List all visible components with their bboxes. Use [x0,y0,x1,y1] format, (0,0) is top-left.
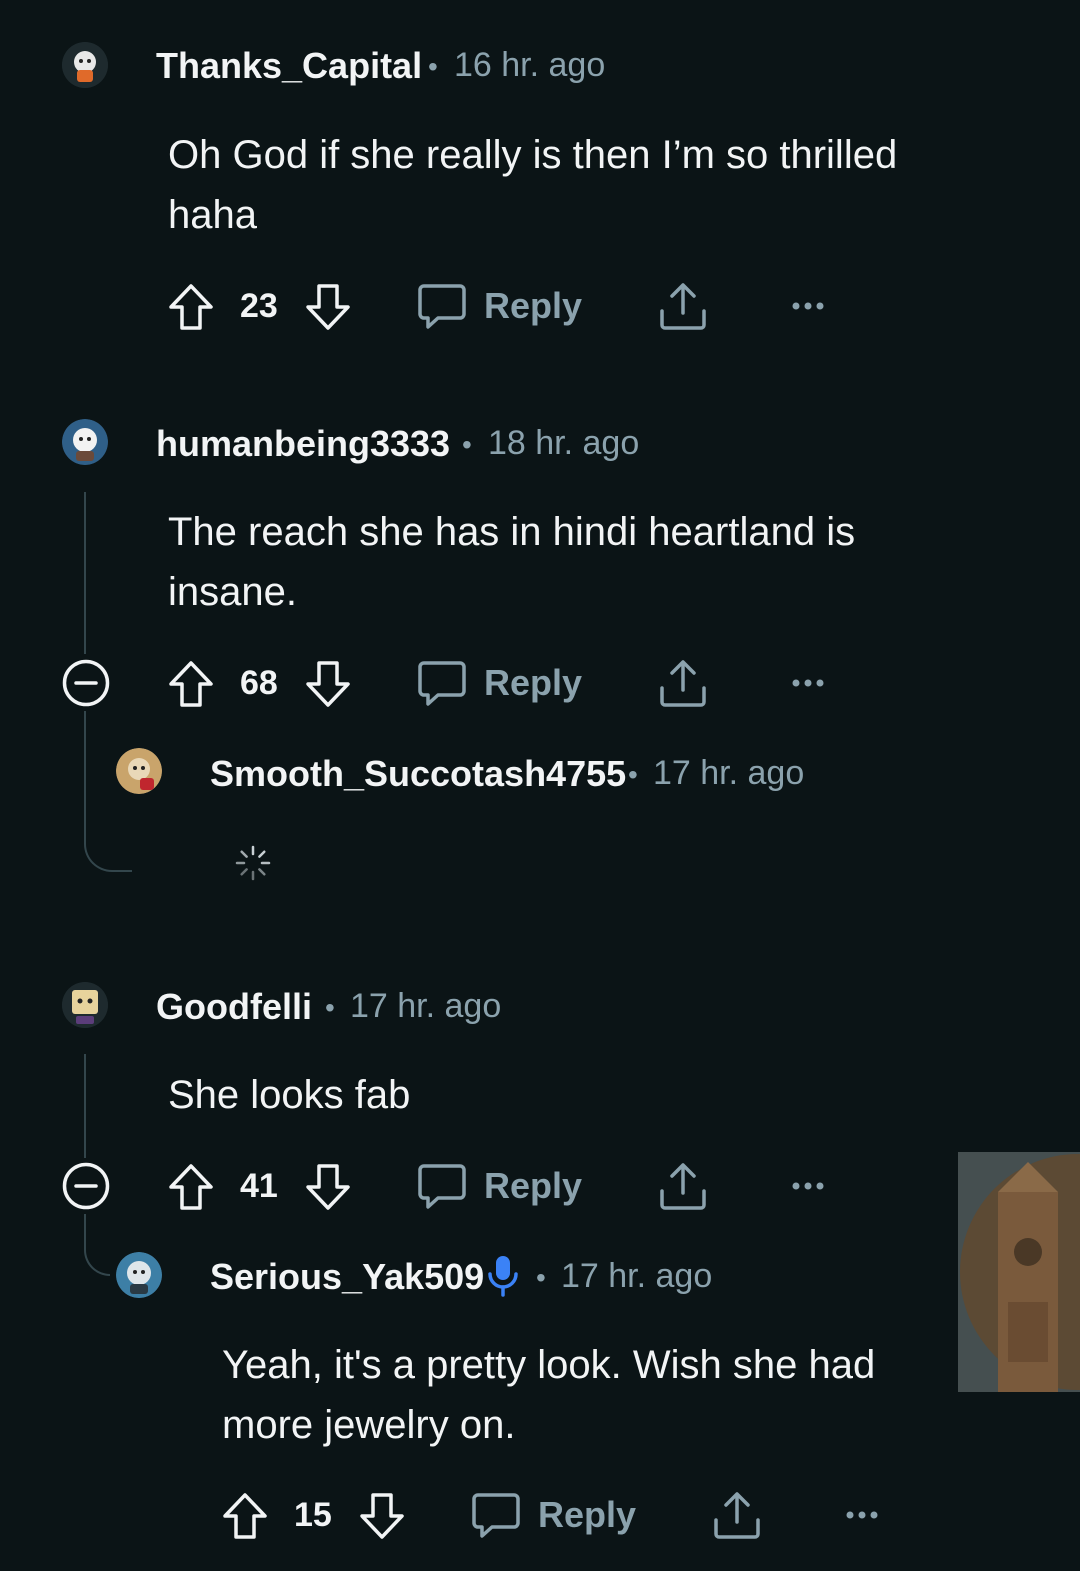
share-icon [660,660,706,707]
collapse-icon [62,659,110,707]
comment-icon [472,1493,520,1538]
downvote-button[interactable] [305,660,351,708]
username[interactable]: Smooth_Succotash4755 [210,753,626,795]
avatar[interactable] [116,1252,162,1298]
loading-spinner [234,844,272,882]
timestamp: 17 hr. ago [653,754,805,792]
more-icon [792,302,824,310]
downvote-icon [360,1493,404,1539]
more-options-button[interactable] [790,673,826,693]
floating-video-thumbnail[interactable] [958,1152,1080,1392]
share-button[interactable] [658,658,708,708]
timestamp: 16 hr. ago [454,46,606,84]
downvote-button[interactable] [359,1492,405,1540]
share-button[interactable] [658,281,708,331]
share-icon [660,283,706,330]
upvote-button[interactable] [168,283,214,331]
username[interactable]: Serious_Yak509 [210,1256,484,1298]
thread-line [84,1054,86,1158]
separator-dot: • [325,992,335,1023]
username[interactable]: Thanks_Capital [156,45,422,87]
timestamp: 18 hr. ago [488,424,640,462]
thread-line [84,492,86,654]
vote-count: 68 [240,664,278,702]
downvote-icon [306,661,350,707]
collapse-thread-button[interactable] [62,1162,110,1210]
share-icon [660,1163,706,1210]
reply-label: Reply [484,1165,583,1206]
upvote-icon [169,284,213,330]
reply-label: Reply [538,1494,637,1535]
voice-badge [486,1253,520,1299]
share-button[interactable] [712,1490,762,1540]
comment-body: The reach she has in hindi heartland is … [168,510,856,614]
upvote-icon [169,661,213,707]
reply-button[interactable]: Reply [418,280,582,334]
microphone-icon [488,1256,518,1297]
upvote-icon [169,1164,213,1210]
upvote-icon [223,1493,267,1539]
more-icon [792,1182,824,1190]
separator-dot: • [462,429,472,460]
more-options-button[interactable] [790,296,826,316]
comment-body: Yeah, it's a pretty look. Wish she had m… [222,1343,876,1447]
separator-dot: • [628,759,638,790]
reply-button[interactable]: Reply [418,657,582,711]
avatar[interactable] [62,419,108,465]
comment-icon [418,284,466,329]
downvote-button[interactable] [305,283,351,331]
loading-spinner-icon [235,845,271,881]
username[interactable]: humanbeing3333 [156,423,450,465]
reply-button[interactable]: Reply [418,1160,582,1214]
collapse-icon [62,1162,110,1210]
thread-curve [84,820,132,872]
reply-label: Reply [484,285,583,326]
comment-body: She looks fab [168,1073,411,1117]
comment-icon [418,1164,466,1209]
comment-icon [418,661,466,706]
upvote-button[interactable] [168,660,214,708]
more-icon [846,1511,878,1519]
vote-count: 23 [240,287,278,325]
reply-label: Reply [484,662,583,703]
downvote-button[interactable] [305,1163,351,1211]
upvote-button[interactable] [222,1492,268,1540]
collapse-thread-button[interactable] [62,659,110,707]
share-button[interactable] [658,1161,708,1211]
comment-body: Oh God if she really is then I’m so thri… [168,133,898,237]
timestamp: 17 hr. ago [561,1257,713,1295]
timestamp: 17 hr. ago [350,987,502,1025]
downvote-icon [306,1164,350,1210]
avatar[interactable] [62,982,108,1028]
downvote-icon [306,284,350,330]
reply-button[interactable]: Reply [472,1489,636,1543]
upvote-button[interactable] [168,1163,214,1211]
more-options-button[interactable] [790,1176,826,1196]
separator-dot: • [536,1262,546,1293]
avatar[interactable] [62,42,108,88]
avatar[interactable] [116,748,162,794]
thread-curve [84,1214,110,1276]
more-options-button[interactable] [844,1505,880,1525]
vote-count: 41 [240,1167,278,1205]
vote-count: 15 [294,1496,332,1534]
username[interactable]: Goodfelli [156,986,312,1028]
share-icon [714,1492,760,1539]
thread-curve [84,720,116,770]
more-icon [792,679,824,687]
separator-dot: • [428,51,438,82]
